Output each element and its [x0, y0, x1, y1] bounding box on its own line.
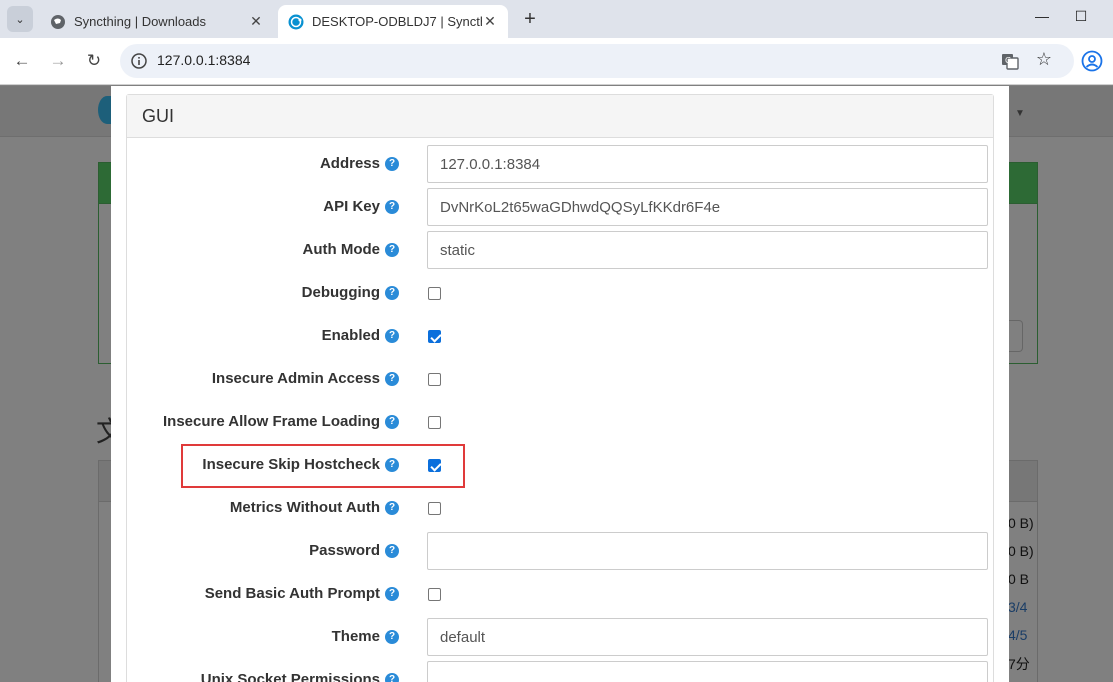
help-icon[interactable]: ? [385, 543, 399, 558]
help-icon[interactable]: ? [385, 199, 399, 214]
tab-title: DESKTOP-ODBLDJ7 | Syncthing [312, 14, 482, 29]
tab-syncthing-downloads[interactable]: Syncthing | Downloads ✕ [40, 5, 274, 38]
insecure-allow-frame-loading-checkbox[interactable] [428, 416, 441, 429]
browser-toolbar: ← → ↻ 127.0.0.1:8384 G ☆ [0, 38, 1113, 85]
background-value: 0 B [1008, 571, 1030, 587]
help-icon[interactable]: ? [385, 328, 399, 343]
plus-icon: + [524, 8, 536, 30]
minimize-icon: — [1035, 8, 1049, 24]
theme-input[interactable] [427, 618, 988, 656]
field-label: Address? [320, 155, 399, 172]
field-label: Metrics Without Auth? [230, 499, 399, 516]
field-label: Unix Socket Permissions? [201, 671, 399, 682]
back-button[interactable]: ← [10, 50, 34, 74]
field-label: Insecure Allow Frame Loading? [163, 413, 399, 430]
settings-modal: GUI Address? API Key? Auth Mode? Debuggi… [111, 86, 1009, 682]
help-icon[interactable]: ? [385, 629, 399, 644]
send-basic-auth-prompt-checkbox[interactable] [428, 588, 441, 601]
field-insecure-allow-frame-loading: Insecure Allow Frame Loading? [127, 403, 995, 441]
help-icon[interactable]: ? [385, 285, 399, 300]
forward-button[interactable]: → [46, 50, 70, 74]
field-label: Password? [309, 542, 399, 559]
arrow-left-icon: ← [13, 51, 31, 70]
new-tab-button[interactable]: + [518, 8, 542, 32]
tab-desktop-syncthing[interactable]: DESKTOP-ODBLDJ7 | Syncthing ✕ [278, 5, 508, 38]
insecure-admin-access-checkbox[interactable] [428, 373, 441, 386]
tab-search-button[interactable]: ⌄ [7, 6, 33, 32]
highlight-box [181, 444, 465, 488]
syncthing-logo-icon [288, 14, 304, 29]
field-send-basic-auth-prompt: Send Basic Auth Prompt? [127, 575, 995, 613]
field-label: Insecure Admin Access? [212, 370, 399, 387]
field-auth-mode: Auth Mode? [127, 231, 995, 269]
field-label: Theme? [332, 628, 399, 645]
background-value: 0 B) [1008, 515, 1034, 531]
enabled-checkbox[interactable] [428, 330, 441, 343]
field-theme: Theme? [127, 618, 995, 656]
help-icon[interactable]: ? [385, 371, 399, 386]
minimize-button[interactable]: — [1030, 8, 1054, 30]
reload-button[interactable]: ↻ [82, 50, 106, 74]
help-icon[interactable]: ? [385, 586, 399, 601]
tab-strip: ⌄ Syncthing | Downloads ✕ DESKTOP-ODBLDJ… [0, 0, 1113, 38]
caret-down-icon: ▼ [1015, 108, 1025, 119]
maximize-icon: ☐ [1074, 8, 1088, 24]
field-label: Auth Mode? [303, 241, 399, 258]
bookmark-star-icon[interactable]: ☆ [1036, 49, 1052, 70]
field-debugging: Debugging? [127, 274, 995, 312]
field-label: API Key? [323, 198, 399, 215]
background-value: 3/4 [1008, 599, 1028, 615]
debugging-checkbox[interactable] [428, 287, 441, 300]
svg-text:G: G [1005, 56, 1011, 65]
reload-icon: ↻ [86, 51, 102, 70]
field-label: Send Basic Auth Prompt? [205, 585, 399, 602]
panel-title: GUI [127, 95, 993, 138]
translate-icon[interactable]: G [1000, 51, 1020, 71]
help-icon[interactable]: ? [385, 242, 399, 257]
url-text[interactable]: 127.0.0.1:8384 [157, 52, 250, 68]
field-enabled: Enabled? [127, 317, 995, 355]
maximize-button[interactable]: ☐ [1069, 8, 1093, 30]
field-unix-socket-permissions: Unix Socket Permissions? [127, 661, 995, 682]
metrics-without-auth-checkbox[interactable] [428, 502, 441, 515]
arrow-right-icon: → [49, 51, 67, 70]
api-key-input[interactable] [427, 188, 988, 226]
unix-socket-permissions-input[interactable] [427, 661, 988, 682]
tab-title: Syncthing | Downloads [74, 14, 207, 29]
chevron-down-icon: ⌄ [15, 13, 25, 26]
help-icon[interactable]: ? [385, 156, 399, 171]
close-icon[interactable]: ✕ [248, 13, 264, 30]
gui-settings-panel: GUI Address? API Key? Auth Mode? Debuggi… [126, 94, 994, 682]
background-value: 4/5 [1008, 627, 1028, 643]
field-metrics-without-auth: Metrics Without Auth? [127, 489, 995, 527]
help-icon[interactable]: ? [385, 414, 399, 429]
field-password: Password? [127, 532, 995, 570]
help-icon[interactable]: ? [385, 672, 399, 682]
address-bar[interactable]: 127.0.0.1:8384 G ☆ [120, 44, 1074, 78]
globe-icon [51, 14, 65, 29]
help-icon[interactable]: ? [385, 500, 399, 515]
field-api-key: API Key? [127, 188, 995, 226]
field-label: Enabled? [322, 327, 399, 344]
auth-mode-input[interactable] [427, 231, 988, 269]
field-insecure-admin-access: Insecure Admin Access? [127, 360, 995, 398]
field-address: Address? [127, 145, 995, 183]
background-value: 0 B) [1008, 543, 1034, 559]
profile-icon[interactable] [1081, 50, 1103, 72]
info-icon[interactable] [130, 52, 148, 70]
password-input[interactable] [427, 532, 988, 570]
field-label: Debugging? [302, 284, 399, 301]
close-icon[interactable]: ✕ [482, 13, 498, 30]
background-value: 7分 [1008, 656, 1030, 672]
address-input[interactable] [427, 145, 988, 183]
